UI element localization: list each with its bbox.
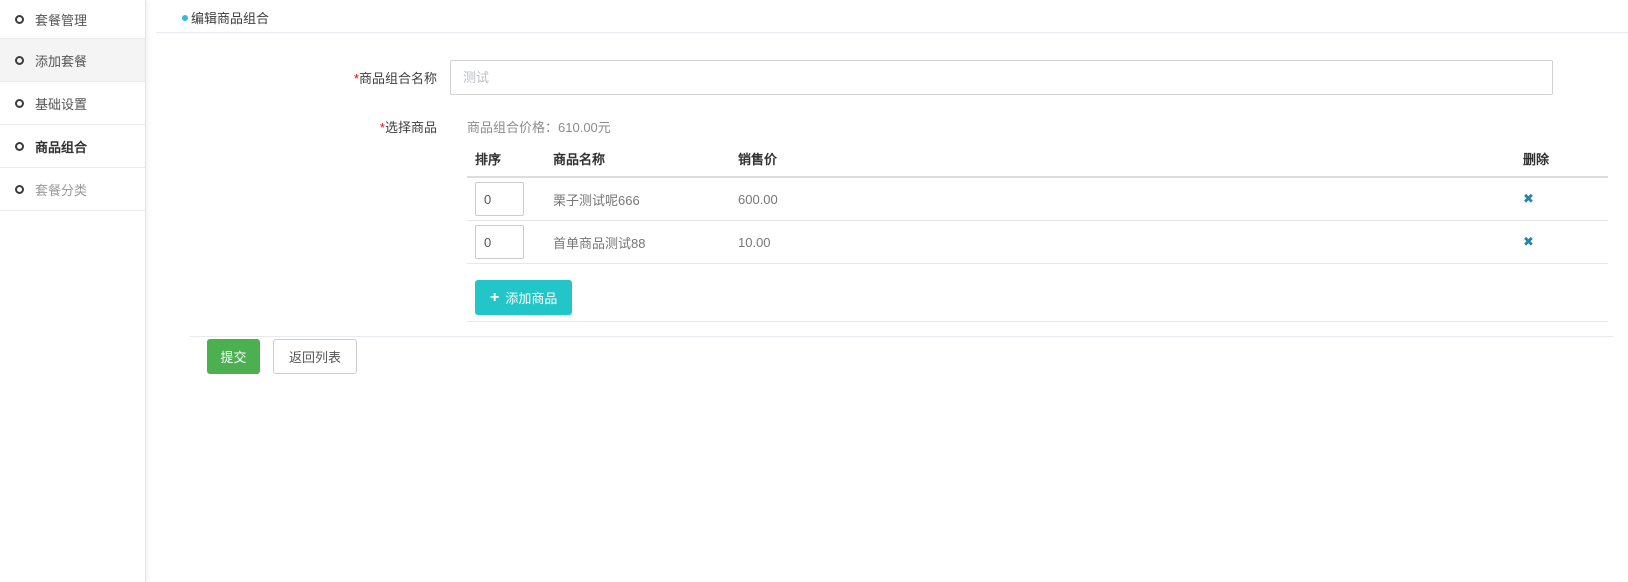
sort-order-input[interactable] [475,225,524,259]
main-content: 编辑商品组合 *商品组合名称 *选择商品 商品组合价格：610.00元 排序 商… [146,0,1628,582]
sidebar-item-label: 套餐管理 [35,10,87,29]
sort-cell [467,177,545,221]
add-product-button-label: 添加商品 [505,288,557,307]
add-product-row: + 添加商品 [467,264,1608,322]
delete-product-icon[interactable]: ✖ [1523,234,1534,249]
sidebar-item-add-combo[interactable]: 添加套餐 [0,39,145,82]
sidebar-item-label: 商品组合 [35,137,87,156]
back-to-list-button[interactable]: 返回列表 [273,339,357,374]
sort-cell [467,221,545,264]
divider [190,336,1613,337]
table-header-row: 排序 商品名称 销售价 删除 [467,141,1608,177]
circle-icon [15,56,24,65]
product-price-cell: 10.00 [730,221,1515,264]
product-price-cell: 600.00 [730,177,1515,221]
combo-name-input[interactable] [450,60,1553,95]
page-title: 编辑商品组合 [182,8,269,27]
combo-price-value: 610.00元 [558,120,611,135]
sort-order-input[interactable] [475,182,524,216]
delete-cell: ✖ [1515,177,1608,221]
add-product-button[interactable]: + 添加商品 [475,280,572,315]
delete-cell: ✖ [1515,221,1608,264]
product-name-cell: 首单商品测试88 [545,221,730,264]
column-header-sale-price: 销售价 [730,141,1515,177]
product-name-cell: 栗子测试呢666 [545,177,730,221]
page-title-text: 编辑商品组合 [191,8,269,27]
combo-price-text: 商品组合价格：610.00元 [467,117,611,136]
circle-icon [15,142,24,151]
delete-product-icon[interactable]: ✖ [1523,191,1534,206]
circle-icon [15,99,24,108]
sidebar: 套餐管理 添加套餐 基础设置 商品组合 套餐分类 [0,0,146,582]
plus-icon: + [490,290,499,306]
column-header-delete: 删除 [1515,141,1608,177]
submit-button[interactable]: 提交 [207,339,260,374]
sidebar-menu: 套餐管理 添加套餐 基础设置 商品组合 套餐分类 [0,0,145,211]
sidebar-item-label: 基础设置 [35,94,87,113]
circle-icon [15,15,24,24]
table-row: 栗子测试呢666 600.00 ✖ [467,177,1608,221]
circle-icon [15,185,24,194]
sidebar-item-label: 添加套餐 [35,51,87,70]
select-products-label: *选择商品 [297,117,437,136]
circle-icon [182,15,188,21]
products-table: 排序 商品名称 销售价 删除 栗子测试呢666 600.00 ✖ [467,141,1608,322]
sidebar-item-combo-category[interactable]: 套餐分类 [0,168,145,211]
sidebar-item-product-combination[interactable]: 商品组合 [0,125,145,168]
column-header-sort: 排序 [467,141,545,177]
column-header-product-name: 商品名称 [545,141,730,177]
combo-name-label: *商品组合名称 [297,68,437,87]
sidebar-item-label: 套餐分类 [35,180,87,199]
divider [156,32,1628,33]
table-row: 首单商品测试88 10.00 ✖ [467,221,1608,264]
sidebar-item-basic-settings[interactable]: 基础设置 [0,82,145,125]
products-table-container: 排序 商品名称 销售价 删除 栗子测试呢666 600.00 ✖ [467,141,1608,322]
sidebar-item-combo-management[interactable]: 套餐管理 [0,0,145,39]
